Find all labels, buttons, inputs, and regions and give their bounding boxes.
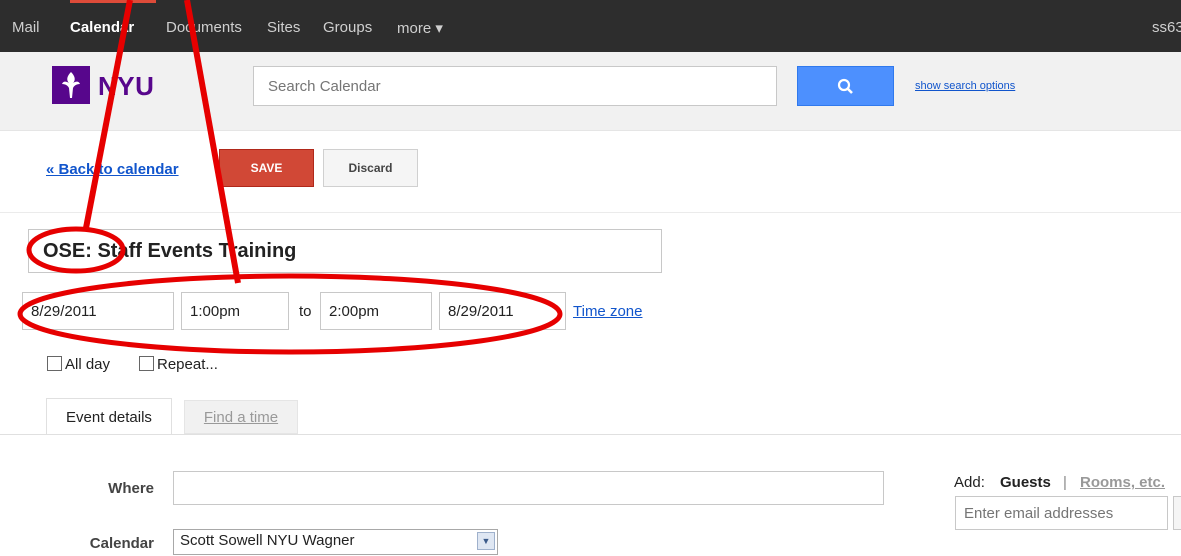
- tab-bar-divider: [0, 434, 1181, 435]
- guests-tab[interactable]: Guests: [1000, 474, 1051, 491]
- search-button[interactable]: [797, 66, 894, 106]
- nav-more[interactable]: more ▾: [397, 19, 443, 37]
- event-title-input[interactable]: [28, 229, 662, 273]
- rooms-link[interactable]: Rooms, etc.: [1080, 474, 1165, 491]
- search-icon: [837, 78, 853, 94]
- user-account[interactable]: ss63: [1152, 19, 1181, 36]
- nav-sites[interactable]: Sites: [267, 19, 300, 36]
- nyu-torch-logo-icon: [52, 66, 90, 104]
- repeat-label: Repeat...: [157, 356, 218, 373]
- nav-groups[interactable]: Groups: [323, 19, 372, 36]
- add-guest-button[interactable]: [1173, 496, 1181, 530]
- tab-find-a-time[interactable]: Find a time: [184, 400, 298, 434]
- repeat-checkbox[interactable]: [139, 356, 154, 371]
- to-label: to: [299, 303, 312, 320]
- back-to-calendar-link[interactable]: « Back to calendar: [46, 161, 179, 178]
- chevron-down-icon: ▼: [477, 532, 495, 550]
- nav-calendar[interactable]: Calendar: [70, 19, 134, 36]
- top-navigation-bar: Mail Calendar Documents Sites Groups mor…: [0, 0, 1181, 52]
- calendar-label: Calendar: [89, 535, 154, 552]
- show-search-options-link[interactable]: show search options: [915, 80, 1015, 92]
- nav-mail[interactable]: Mail: [12, 19, 40, 36]
- end-time-input[interactable]: [320, 292, 432, 330]
- where-input[interactable]: [173, 471, 884, 505]
- tab-event-details[interactable]: Event details: [46, 398, 172, 435]
- start-date-input[interactable]: [22, 292, 174, 330]
- guest-email-input[interactable]: [955, 496, 1168, 530]
- active-tab-indicator: [70, 0, 156, 3]
- add-label: Add:: [954, 474, 985, 491]
- discard-button[interactable]: Discard: [323, 149, 418, 187]
- where-label: Where: [108, 480, 154, 497]
- separator: |: [1063, 474, 1067, 491]
- calendar-select-value: Scott Sowell NYU Wagner: [180, 532, 355, 549]
- start-time-input[interactable]: [181, 292, 289, 330]
- search-input[interactable]: [253, 66, 777, 106]
- toolbar-divider: [0, 212, 1181, 213]
- save-button[interactable]: SAVE: [219, 149, 314, 187]
- all-day-checkbox[interactable]: [47, 356, 62, 371]
- calendar-select[interactable]: Scott Sowell NYU Wagner ▼: [173, 529, 498, 555]
- nav-documents[interactable]: Documents: [166, 19, 242, 36]
- nyu-logo-text: NYU: [98, 71, 155, 101]
- all-day-label: All day: [65, 356, 111, 373]
- time-zone-link[interactable]: Time zone: [573, 303, 642, 320]
- end-date-input[interactable]: [439, 292, 566, 330]
